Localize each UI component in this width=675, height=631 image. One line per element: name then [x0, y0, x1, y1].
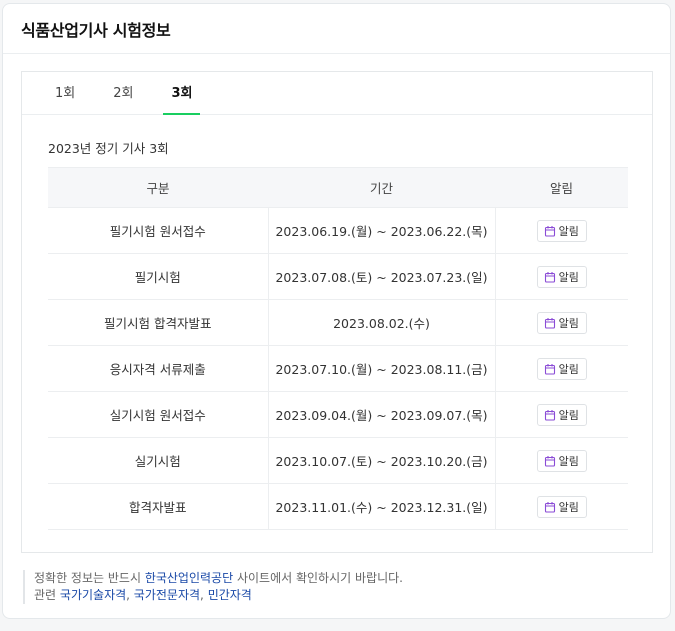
- alarm-button[interactable]: 알림: [536, 495, 587, 518]
- exam-schedule-panel: 1회 2회 3회 2023년 정기 기사 3회 구분 기간 알림 필기시험 원서…: [21, 71, 653, 553]
- hrdkorea-link[interactable]: 한국산업인력공단: [145, 571, 233, 585]
- national-professional-cert-link[interactable]: 국가전문자격: [134, 588, 200, 602]
- table-header-row: 구분 기간 알림: [48, 167, 628, 208]
- schedule-alarm-cell: 알림: [494, 253, 628, 300]
- schedule-table: 구분 기간 알림 필기시험 원서접수 2023.06.19.(월) ~ 2023.…: [48, 167, 628, 530]
- alarm-button[interactable]: 알림: [536, 219, 587, 242]
- schedule-category: 응시자격 서류제출: [48, 345, 268, 392]
- alarm-label: 알림: [558, 362, 579, 376]
- national-technical-cert-link[interactable]: 국가기술자격: [60, 588, 126, 602]
- tab-round-3[interactable]: 3회: [163, 72, 201, 115]
- schedule-alarm-cell: 알림: [494, 299, 628, 346]
- tab-round-1[interactable]: 1회: [47, 72, 83, 114]
- calendar-icon: [544, 363, 555, 375]
- schedule-alarm-cell: 알림: [494, 207, 628, 254]
- table-row: 필기시험 합격자발표 2023.08.02.(수) 알림: [48, 299, 628, 346]
- card-title: 식품산업기사 시험정보: [21, 20, 171, 40]
- alarm-label: 알림: [558, 316, 579, 330]
- notice-line-1: 정확한 정보는 반드시 한국산업인력공단 사이트에서 확인하시기 바랍니다.: [34, 570, 403, 587]
- alarm-label: 알림: [558, 270, 579, 284]
- alarm-button[interactable]: 알림: [536, 311, 587, 334]
- schedule-category: 실기시험 원서접수: [48, 391, 268, 438]
- schedule-period: 2023.10.07.(토) ~ 2023.10.20.(금): [267, 437, 495, 484]
- schedule-category: 필기시험: [48, 253, 268, 300]
- notice-text: 사이트에서 확인하시기 바랍니다.: [233, 571, 403, 585]
- schedule-alarm-cell: 알림: [494, 391, 628, 438]
- schedule-period: 2023.07.10.(월) ~ 2023.08.11.(금): [267, 345, 495, 392]
- alarm-button[interactable]: 알림: [536, 357, 587, 380]
- exam-info-card: 식품산업기사 시험정보 1회 2회 3회 2023년 정기 기사 3회 구분 기…: [2, 3, 671, 619]
- alarm-label: 알림: [558, 500, 579, 514]
- table-row: 필기시험 2023.07.08.(토) ~ 2023.07.23.(일) 알림: [48, 253, 628, 300]
- table-row: 응시자격 서류제출 2023.07.10.(월) ~ 2023.08.11.(금)…: [48, 345, 628, 392]
- calendar-icon: [544, 501, 555, 513]
- schedule-category: 필기시험 합격자발표: [48, 299, 268, 346]
- card-header: 식품산업기사 시험정보: [3, 4, 670, 54]
- alarm-button[interactable]: 알림: [536, 403, 587, 426]
- alarm-label: 알림: [558, 408, 579, 422]
- calendar-icon: [544, 271, 555, 283]
- schedule-alarm-cell: 알림: [494, 345, 628, 392]
- header-category: 구분: [48, 167, 268, 208]
- header-alarm: 알림: [495, 167, 628, 208]
- calendar-icon: [544, 317, 555, 329]
- calendar-icon: [544, 455, 555, 467]
- table-row: 실기시험 2023.10.07.(토) ~ 2023.10.20.(금) 알림: [48, 437, 628, 484]
- calendar-icon: [544, 409, 555, 421]
- calendar-icon: [544, 225, 555, 237]
- related-label: 관련: [34, 588, 60, 602]
- schedule-alarm-cell: 알림: [494, 483, 628, 530]
- alarm-label: 알림: [558, 224, 579, 238]
- schedule-title: 2023년 정기 기사 3회: [48, 141, 169, 156]
- header-period: 기간: [268, 167, 495, 208]
- schedule-period: 2023.08.02.(수): [267, 299, 495, 346]
- private-cert-link[interactable]: 민간자격: [208, 588, 252, 602]
- round-tabs: 1회 2회 3회: [22, 72, 652, 115]
- alarm-button[interactable]: 알림: [536, 265, 587, 288]
- schedule-table-body: 필기시험 원서접수 2023.06.19.(월) ~ 2023.06.22.(목)…: [48, 207, 628, 530]
- notice-line-2: 관련 국가기술자격, 국가전문자격, 민간자격: [34, 588, 252, 602]
- table-row: 실기시험 원서접수 2023.09.04.(월) ~ 2023.09.07.(목)…: [48, 391, 628, 438]
- schedule-period: 2023.07.08.(토) ~ 2023.07.23.(일): [267, 253, 495, 300]
- schedule-category: 합격자발표: [48, 483, 268, 530]
- tab-round-2[interactable]: 2회: [105, 72, 141, 114]
- alarm-button[interactable]: 알림: [536, 449, 587, 472]
- schedule-category: 실기시험: [48, 437, 268, 484]
- schedule-category: 필기시험 원서접수: [48, 207, 268, 254]
- notice: 정확한 정보는 반드시 한국산업인력공단 사이트에서 확인하시기 바랍니다. 관…: [23, 570, 403, 604]
- table-row: 합격자발표 2023.11.01.(수) ~ 2023.12.31.(일) 알림: [48, 483, 628, 530]
- schedule-alarm-cell: 알림: [494, 437, 628, 484]
- notice-text: 정확한 정보는 반드시: [34, 571, 145, 585]
- table-row: 필기시험 원서접수 2023.06.19.(월) ~ 2023.06.22.(목)…: [48, 207, 628, 254]
- schedule-period: 2023.11.01.(수) ~ 2023.12.31.(일): [267, 483, 495, 530]
- schedule-period: 2023.09.04.(월) ~ 2023.09.07.(목): [267, 391, 495, 438]
- schedule-period: 2023.06.19.(월) ~ 2023.06.22.(목): [267, 207, 495, 254]
- alarm-label: 알림: [558, 454, 579, 468]
